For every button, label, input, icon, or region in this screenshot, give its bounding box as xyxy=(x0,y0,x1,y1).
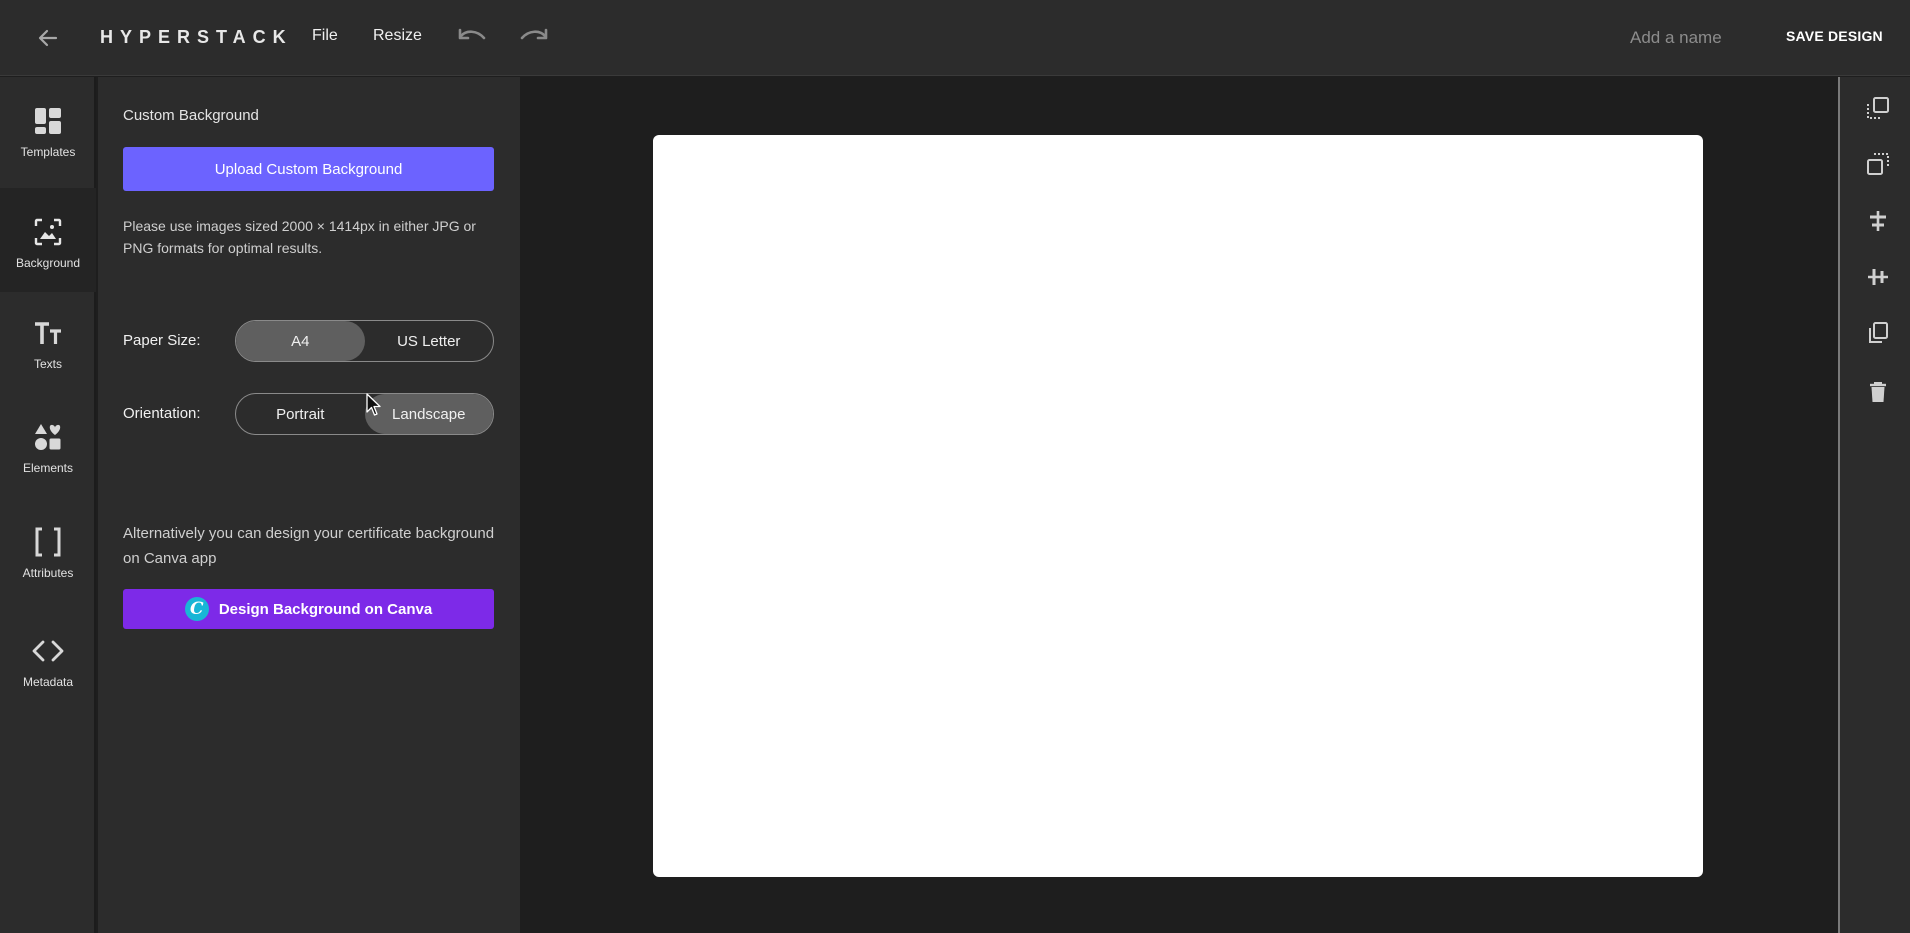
design-name-input[interactable] xyxy=(1630,25,1760,51)
delete-button[interactable] xyxy=(1864,378,1892,406)
nav-label-elements: Elements xyxy=(22,461,74,475)
orientation-portrait-option[interactable]: Portrait xyxy=(236,394,365,434)
undo-icon xyxy=(458,28,486,40)
save-design-button[interactable]: SAVE DESIGN xyxy=(1786,28,1883,44)
panel-title: Custom Background xyxy=(123,107,259,124)
send-backward-button[interactable] xyxy=(1864,150,1892,178)
texts-icon xyxy=(32,317,64,349)
background-icon xyxy=(32,216,64,248)
orientation-toggle: Portrait Landscape xyxy=(235,393,494,435)
nav-item-templates[interactable]: Templates xyxy=(0,77,96,181)
top-bar: HYPERSTACK File Resize SAVE DESIGN xyxy=(0,0,1910,76)
paper-size-label: Paper Size: xyxy=(123,332,201,349)
send-backward-icon xyxy=(1867,153,1889,175)
paper-size-toggle: A4 US Letter xyxy=(235,320,494,362)
nav-label-texts: Texts xyxy=(33,357,62,371)
redo-icon xyxy=(520,28,548,40)
orientation-label: Orientation: xyxy=(123,405,201,422)
back-button[interactable] xyxy=(28,22,68,54)
paper-size-a4-option[interactable]: A4 xyxy=(236,321,365,361)
orientation-landscape-option[interactable]: Landscape xyxy=(364,394,493,434)
file-menu[interactable]: File xyxy=(312,27,338,45)
nav-item-background[interactable]: Background xyxy=(0,188,96,292)
duplicate-button[interactable] xyxy=(1864,319,1892,347)
nav-label-templates: Templates xyxy=(20,145,76,159)
upload-custom-background-button[interactable]: Upload Custom Background xyxy=(123,147,494,191)
align-vertical-center-button[interactable] xyxy=(1864,263,1892,291)
redo-button[interactable] xyxy=(516,24,552,52)
arrow-left-icon xyxy=(38,29,58,47)
nav-item-elements[interactable]: Elements xyxy=(0,393,96,497)
elements-icon xyxy=(32,421,64,453)
delete-icon xyxy=(1870,382,1886,402)
attributes-icon xyxy=(32,526,64,558)
design-canvas-page[interactable] xyxy=(653,135,1703,877)
design-on-canva-button[interactable]: C Design Background on Canva xyxy=(123,589,494,629)
templates-icon xyxy=(32,105,64,137)
resize-menu[interactable]: Resize xyxy=(373,27,422,45)
canva-hint: Alternatively you can design your certif… xyxy=(123,525,495,567)
right-toolbar xyxy=(1838,77,1910,933)
paper-size-us-letter-option[interactable]: US Letter xyxy=(365,321,494,361)
upload-hint: Please use images sized 2000 × 1414px in… xyxy=(123,218,476,256)
nav-label-attributes: Attributes xyxy=(22,566,74,580)
align-vertical-center-icon xyxy=(1868,269,1888,285)
nav-item-attributes[interactable]: Attributes xyxy=(0,498,96,602)
background-panel: Custom Background Upload Custom Backgrou… xyxy=(98,77,520,933)
nav-item-metadata[interactable]: Metadata xyxy=(0,607,96,711)
left-nav: Templates Background Texts Elements Attr… xyxy=(0,77,96,933)
metadata-icon xyxy=(32,635,64,667)
undo-button[interactable] xyxy=(454,24,490,52)
app-logo: HYPERSTACK xyxy=(100,27,293,47)
align-horizontal-center-button[interactable] xyxy=(1864,207,1892,235)
nav-label-background: Background xyxy=(15,256,81,270)
canva-button-label: Design Background on Canva xyxy=(218,600,433,618)
canvas-area xyxy=(520,77,1838,933)
nav-label-metadata: Metadata xyxy=(22,675,74,689)
duplicate-icon xyxy=(1869,322,1888,343)
bring-forward-icon xyxy=(1867,97,1889,119)
canva-logo-icon: C xyxy=(184,597,209,621)
nav-item-texts[interactable]: Texts xyxy=(0,289,96,393)
bring-forward-button[interactable] xyxy=(1864,94,1892,122)
align-horizontal-center-icon xyxy=(1870,211,1886,231)
